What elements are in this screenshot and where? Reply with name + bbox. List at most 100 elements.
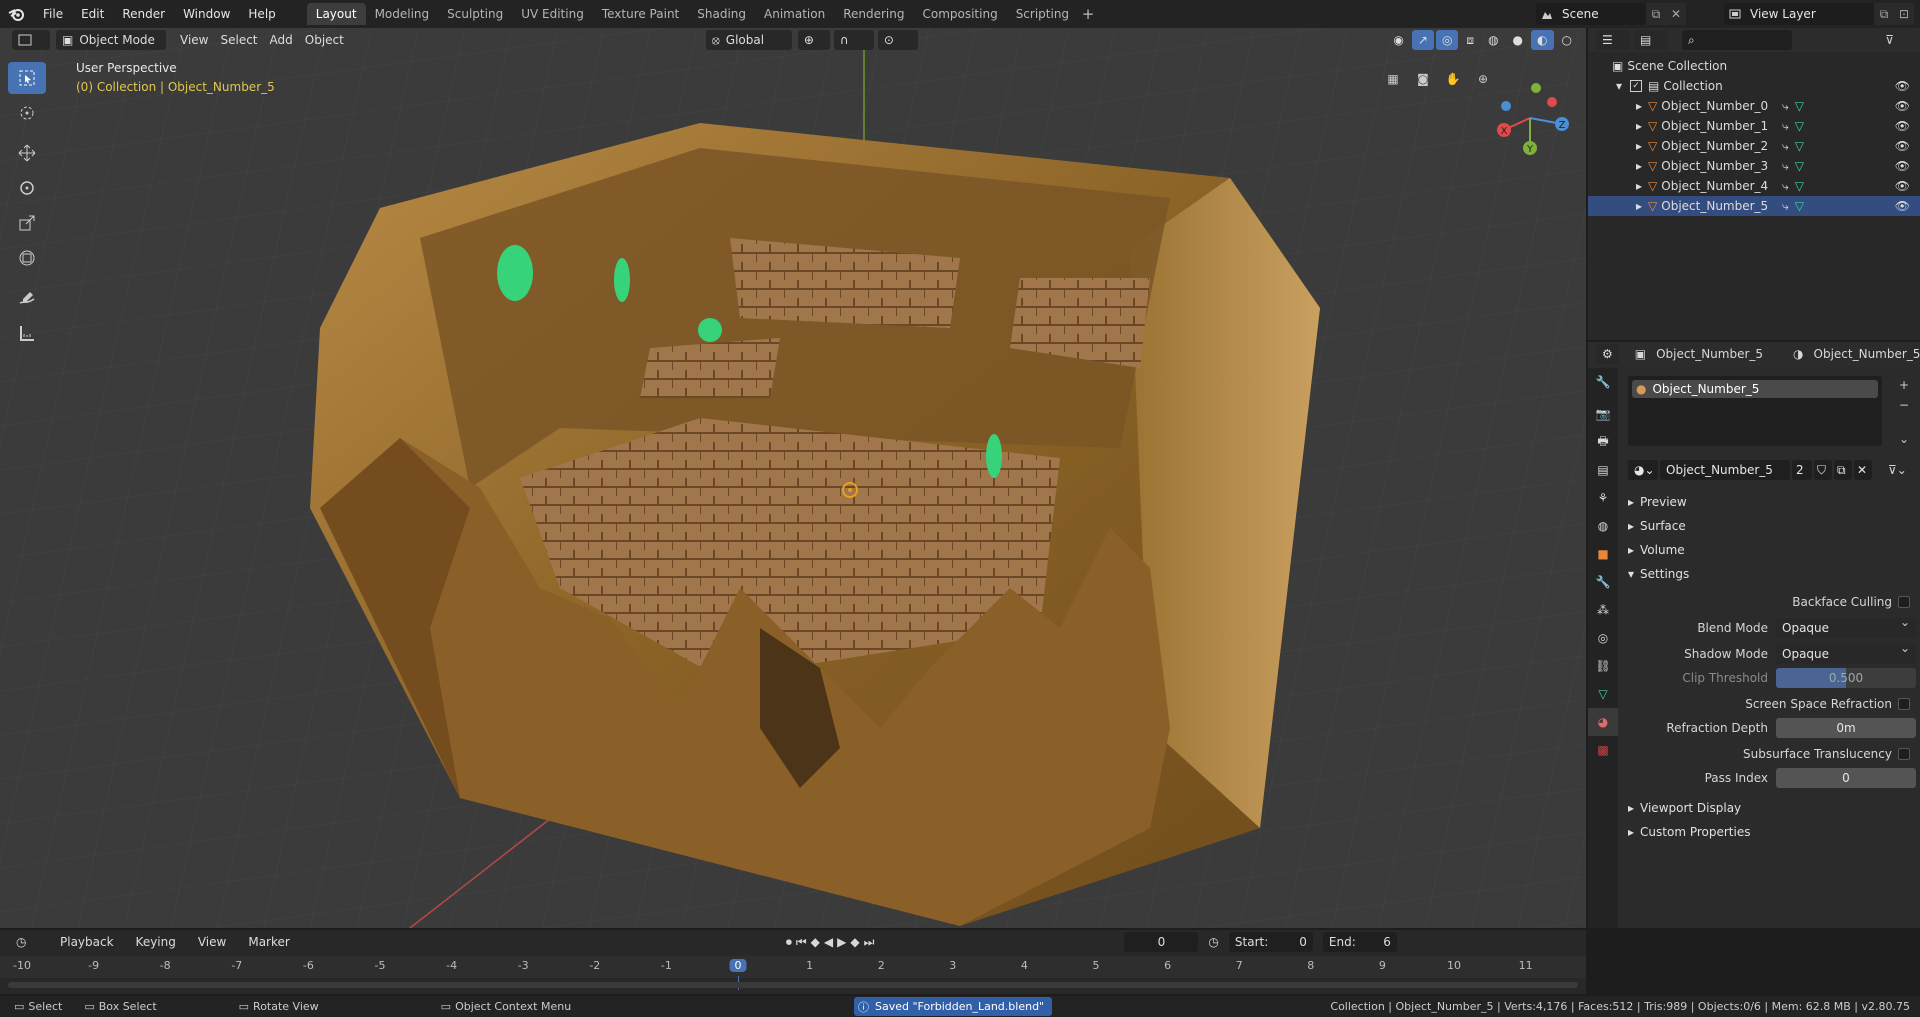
object-tab-icon[interactable]: ■ <box>1588 540 1618 568</box>
data-tab-icon[interactable]: ▽ <box>1588 680 1618 708</box>
cursor-tool-icon[interactable] <box>8 97 46 129</box>
sss-checkbox[interactable] <box>1898 748 1910 760</box>
pan-view-icon[interactable]: ✋ <box>1440 66 1466 92</box>
rotate-tool-icon[interactable] <box>8 172 46 204</box>
display-mode-icon[interactable]: ▤ <box>1634 30 1668 50</box>
render-tab-icon[interactable]: 📷 <box>1588 400 1618 428</box>
tab-sculpting[interactable]: Sculpting <box>438 3 512 25</box>
tool-tab-icon[interactable]: 🔧 <box>1588 368 1618 396</box>
shadow-mode-dropdown[interactable]: Opaque <box>1776 641 1916 664</box>
visibility-eye-icon[interactable]: 👁 <box>1895 159 1910 173</box>
overlay-toggle-icon[interactable]: ◎ <box>1435 30 1459 50</box>
refraction-depth-field[interactable]: 0m <box>1776 718 1916 738</box>
menu-help[interactable]: Help <box>239 0 284 28</box>
menu-object[interactable]: Object <box>299 30 350 50</box>
panel-preview[interactable]: ▸ Preview <box>1628 492 1687 512</box>
expand-arrow-icon[interactable]: ▸ <box>1636 119 1642 133</box>
modifier-tab-icon[interactable]: 🔧 <box>1588 568 1618 596</box>
gizmo-toggle-icon[interactable]: ↗ <box>1411 30 1434 50</box>
menu-playback[interactable]: Playback <box>54 932 120 952</box>
ssr-checkbox[interactable] <box>1898 698 1910 710</box>
expand-arrow-icon[interactable]: ▸ <box>1636 179 1642 193</box>
node-tree-icon[interactable]: ⊽⌄ <box>1888 463 1907 477</box>
duplicate-material-icon[interactable]: ⧉ <box>1834 460 1852 480</box>
transform-orientation-selector[interactable]: ⦻ Global <box>705 30 792 50</box>
stopwatch-icon[interactable]: ◷ <box>1208 935 1218 949</box>
move-tool-icon[interactable] <box>8 137 46 169</box>
next-keyframe-icon[interactable]: ◆ <box>850 935 859 949</box>
menu-keying[interactable]: Keying <box>130 932 182 952</box>
material-slot[interactable]: ● Object_Number_5 <box>1632 380 1878 398</box>
proportional-edit-icon[interactable]: ⊙ <box>877 30 918 50</box>
xray-icon[interactable]: ⧈ <box>1460 30 1480 50</box>
outliner-scene-collection[interactable]: ▣ Scene Collection <box>1588 56 1920 76</box>
camera-view-icon[interactable]: ◙ <box>1410 66 1436 92</box>
outliner-object-row-selected[interactable]: ▸ ▽ Object_Number_5 ⤷ ▽ 👁 <box>1588 196 1920 216</box>
tab-scripting[interactable]: Scripting <box>1007 3 1078 25</box>
material-breadcrumb[interactable]: Object_Number_5 <box>1814 347 1920 361</box>
tab-compositing[interactable]: Compositing <box>913 3 1006 25</box>
backface-culling-checkbox[interactable] <box>1898 596 1910 608</box>
physics-tab-icon[interactable]: ◎ <box>1588 624 1618 652</box>
jump-end-icon[interactable]: ⏭ <box>864 935 875 950</box>
clip-threshold-slider[interactable]: 0.500 <box>1776 668 1916 688</box>
annotate-tool-icon[interactable] <box>8 282 46 314</box>
menu-select[interactable]: Select <box>214 30 263 50</box>
editor-type-icon[interactable] <box>12 30 50 50</box>
end-frame-field[interactable]: End: 6 <box>1322 932 1397 952</box>
unlink-material-icon[interactable]: ✕ <box>1854 460 1872 480</box>
outliner-object-row[interactable]: ▸ ▽ Object_Number_2 ⤷ ▽ 👁 <box>1588 136 1920 156</box>
menu-view[interactable]: View <box>174 30 214 50</box>
view-layer-tab-icon[interactable]: ▤ <box>1588 456 1618 484</box>
measure-tool-icon[interactable] <box>8 317 46 349</box>
timeline-editor-type-icon[interactable]: ◷ <box>10 932 44 952</box>
tab-rendering[interactable]: Rendering <box>834 3 913 25</box>
play-icon[interactable]: ▶ <box>837 935 846 949</box>
menu-render[interactable]: Render <box>113 0 174 28</box>
visibility-icon[interactable]: ◉ <box>1387 30 1409 50</box>
browse-material-icon[interactable]: ◕⌄ <box>1628 460 1658 480</box>
transform-tool-icon[interactable] <box>8 242 46 274</box>
wireframe-shading-icon[interactable]: ◍ <box>1482 30 1504 50</box>
collection-checkbox[interactable]: ✓ <box>1630 80 1643 92</box>
tab-shading[interactable]: Shading <box>688 3 755 25</box>
visibility-eye-icon[interactable]: 👁 <box>1895 179 1910 193</box>
tab-animation[interactable]: Animation <box>755 3 834 25</box>
output-tab-icon[interactable]: 🖶 <box>1588 428 1618 456</box>
texture-tab-icon[interactable]: ▩ <box>1588 736 1618 764</box>
slot-specials-icon[interactable]: ⌄ <box>1894 430 1914 448</box>
outliner-collection[interactable]: ▾ ✓ ▤ Collection 👁 <box>1588 76 1920 96</box>
panel-volume[interactable]: ▸ Volume <box>1628 540 1685 560</box>
record-icon[interactable]: ⏺ <box>786 935 792 950</box>
current-frame-marker[interactable]: 0 <box>729 959 747 972</box>
panel-custom-properties[interactable]: ▸ Custom Properties <box>1628 822 1750 842</box>
mode-selector[interactable]: ▣ Object Mode <box>56 30 166 50</box>
particles-tab-icon[interactable]: ⁂ <box>1588 596 1618 624</box>
view-layer-selector[interactable]: View Layer ⧉ ⊡ <box>1724 3 1914 25</box>
snap-icon[interactable]: ∩ <box>833 30 874 50</box>
menu-file[interactable]: File <box>34 0 72 28</box>
menu-edit[interactable]: Edit <box>72 0 113 28</box>
new-scene-icon[interactable]: ⧉ <box>1646 3 1666 25</box>
rendered-shading-icon[interactable]: ○ <box>1556 30 1578 50</box>
outliner-object-row[interactable]: ▸ ▽ Object_Number_1 ⤷ ▽ 👁 <box>1588 116 1920 136</box>
panel-surface[interactable]: ▸ Surface <box>1628 516 1686 536</box>
expand-arrow-icon[interactable]: ▸ <box>1636 139 1642 153</box>
visibility-eye-icon[interactable]: 👁 <box>1895 119 1910 133</box>
menu-add[interactable]: Add <box>264 30 299 50</box>
add-slot-icon[interactable]: + <box>1894 376 1914 394</box>
new-view-layer-icon[interactable]: ⧉ <box>1874 3 1894 25</box>
jump-start-icon[interactable]: ⏮ <box>796 935 807 950</box>
visibility-eye-icon[interactable]: 👁 <box>1895 79 1910 93</box>
outliner-editor-type-icon[interactable]: ☰ <box>1596 30 1630 50</box>
outliner-search-input[interactable]: ⌕ <box>1682 30 1792 50</box>
scene-tab-icon[interactable]: ⚘ <box>1588 484 1618 512</box>
material-shading-icon[interactable]: ◐ <box>1531 30 1554 50</box>
outliner-object-row[interactable]: ▸ ▽ Object_Number_3 ⤷ ▽ 👁 <box>1588 156 1920 176</box>
filter-icon[interactable]: ⊽ <box>1885 33 1894 47</box>
tab-layout[interactable]: Layout <box>306 3 366 25</box>
user-count[interactable]: 2 <box>1792 460 1812 480</box>
constraints-tab-icon[interactable]: ⛓ <box>1588 652 1618 680</box>
fake-user-icon[interactable]: ⛉ <box>1814 460 1832 480</box>
current-frame-field[interactable]: 0 <box>1124 932 1199 952</box>
